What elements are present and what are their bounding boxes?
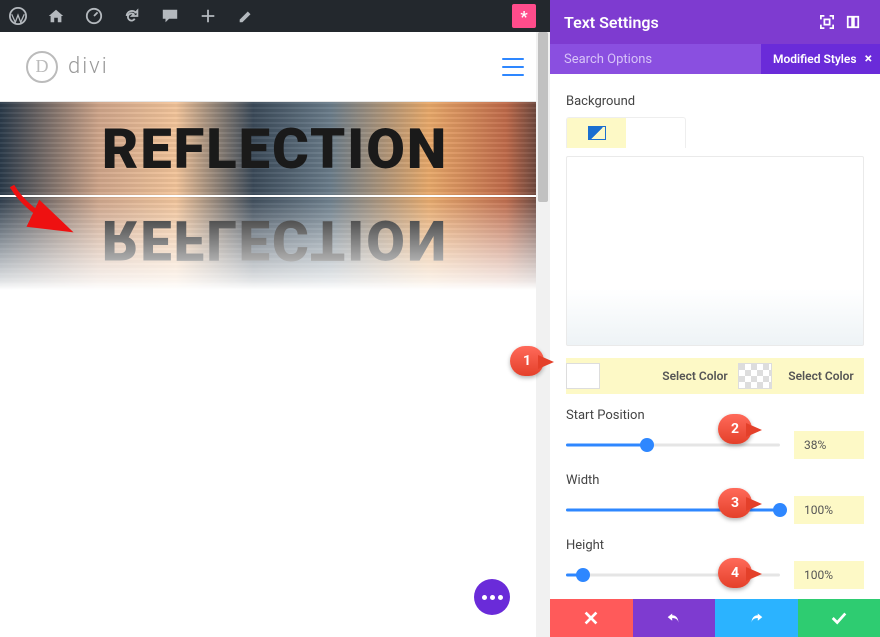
site-logo[interactable]: D divi [26, 51, 109, 83]
menu-hamburger-icon[interactable] [502, 58, 524, 76]
edit-icon[interactable] [236, 6, 256, 26]
gradient-preview[interactable] [566, 156, 864, 346]
panel-footer [550, 599, 880, 637]
cancel-button[interactable] [550, 599, 633, 637]
refresh-icon[interactable] [122, 6, 142, 26]
panel-body: Background Select Color Select Color Sta… [550, 74, 880, 599]
panel-title: Text Settings [564, 13, 659, 32]
plus-icon[interactable] [198, 6, 218, 26]
comment-icon[interactable] [160, 6, 180, 26]
redo-button[interactable] [715, 599, 798, 637]
preview-pane: * D divi REFLECTION REFLECTION [0, 0, 550, 637]
site-header: D divi [0, 32, 550, 102]
snap-icon[interactable] [814, 9, 840, 35]
undo-button[interactable] [633, 599, 716, 637]
home-icon[interactable] [46, 6, 66, 26]
background-tab-gradient[interactable] [567, 118, 626, 148]
filter-chip-modified-styles[interactable]: Modified Styles × [761, 44, 880, 74]
slider-width-track[interactable] [566, 500, 780, 520]
value-width[interactable]: 100% [794, 496, 864, 524]
expand-icon[interactable] [840, 9, 866, 35]
label-start-position: Start Position [566, 408, 864, 423]
search-options-input[interactable]: Search Options [550, 44, 761, 74]
slider-height-track[interactable] [566, 565, 780, 585]
hero-text: REFLECTION [102, 116, 448, 182]
swatch-2[interactable] [738, 363, 772, 389]
select-color-1-button[interactable]: Select Color [652, 358, 738, 394]
settings-panel: Text Settings Search Options Modified St… [550, 0, 880, 637]
dashboard-icon[interactable] [84, 6, 104, 26]
panel-header: Text Settings [550, 0, 880, 44]
hero-reflection-module[interactable]: REFLECTION REFLECTION [0, 102, 550, 290]
slider-width: 100% [566, 496, 864, 524]
wordpress-icon[interactable] [8, 6, 28, 26]
preview-scrollbar[interactable] [536, 32, 550, 637]
select-color-2-button[interactable]: Select Color [778, 358, 864, 394]
close-icon[interactable]: × [865, 51, 872, 67]
value-height[interactable]: 100% [794, 561, 864, 589]
notification-badge[interactable]: * [512, 4, 536, 28]
gradient-icon [588, 126, 606, 140]
logo-text: divi [68, 54, 109, 79]
slider-start-position-track[interactable] [566, 435, 780, 455]
hero-text-reflection: REFLECTION [102, 208, 448, 274]
slider-start-position: 38% [566, 431, 864, 459]
background-tab-other[interactable] [626, 118, 685, 148]
label-width: Width [566, 473, 864, 488]
fab-more-button[interactable] [474, 579, 510, 615]
label-height: Height [566, 538, 864, 553]
label-background: Background [566, 94, 864, 109]
panel-subbar: Search Options Modified Styles × [550, 44, 880, 74]
background-tabs [566, 117, 686, 148]
color-stops-row: Select Color Select Color [566, 358, 864, 394]
wp-admin-bar: * [0, 0, 550, 32]
save-button[interactable] [798, 599, 880, 637]
value-start-position[interactable]: 38% [794, 431, 864, 459]
logo-letter: D [36, 56, 49, 77]
swatch-1[interactable] [566, 363, 600, 389]
filter-chip-label: Modified Styles [773, 52, 857, 66]
slider-height: 100% [566, 561, 864, 589]
